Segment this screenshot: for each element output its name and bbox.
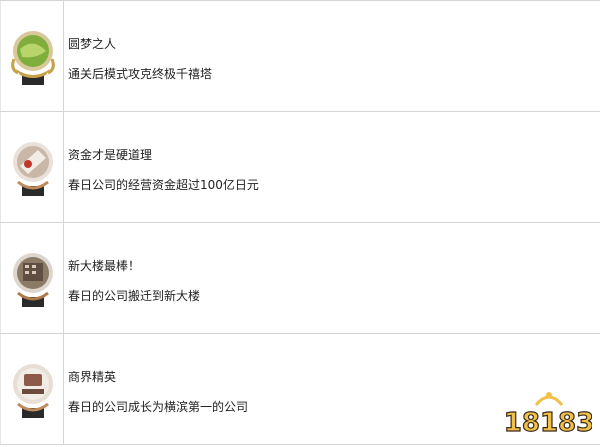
trophy-ichiban-icon [13,364,53,418]
text-cell: 资金才是硬道理 春日公司的经营资金超过100亿日元 [64,112,600,222]
trophy-green-icon [11,31,55,85]
18183-logo-icon: 18183 [506,392,592,439]
table-row: 圆梦之人 通关后模式攻克终极千禧塔 [0,0,600,111]
text-cell: 圆梦之人 通关后模式攻克终极千禧塔 [64,1,600,111]
achievement-description: 通关后模式攻克终极千禧塔 [68,67,213,81]
icon-cell [0,223,64,333]
achievement-title: 资金才是硬道理 [68,148,153,162]
icon-cell [0,112,64,222]
trophy-money-icon [13,142,53,196]
watermark-text: 18183 [506,408,592,438]
achievement-title: 圆梦之人 [68,37,117,51]
icon-cell [0,1,64,111]
text-cell: 新大楼最棒！ 春日的公司搬迁到新大楼 [64,223,600,333]
achievement-description: 春日公司的经营资金超过100亿日元 [68,178,259,192]
achievement-title: 新大楼最棒！ [68,259,141,273]
achievement-title: 商界精英 [68,370,117,384]
achievement-description: 春日的公司成长为横滨第一的公司 [68,400,249,414]
achievement-description: 春日的公司搬迁到新大楼 [68,289,201,303]
table-row: 新大楼最棒！ 春日的公司搬迁到新大楼 [0,222,600,333]
trophy-building-icon [13,253,53,307]
icon-cell [0,334,64,444]
table-row: 资金才是硬道理 春日公司的经营资金超过100亿日元 [0,111,600,222]
